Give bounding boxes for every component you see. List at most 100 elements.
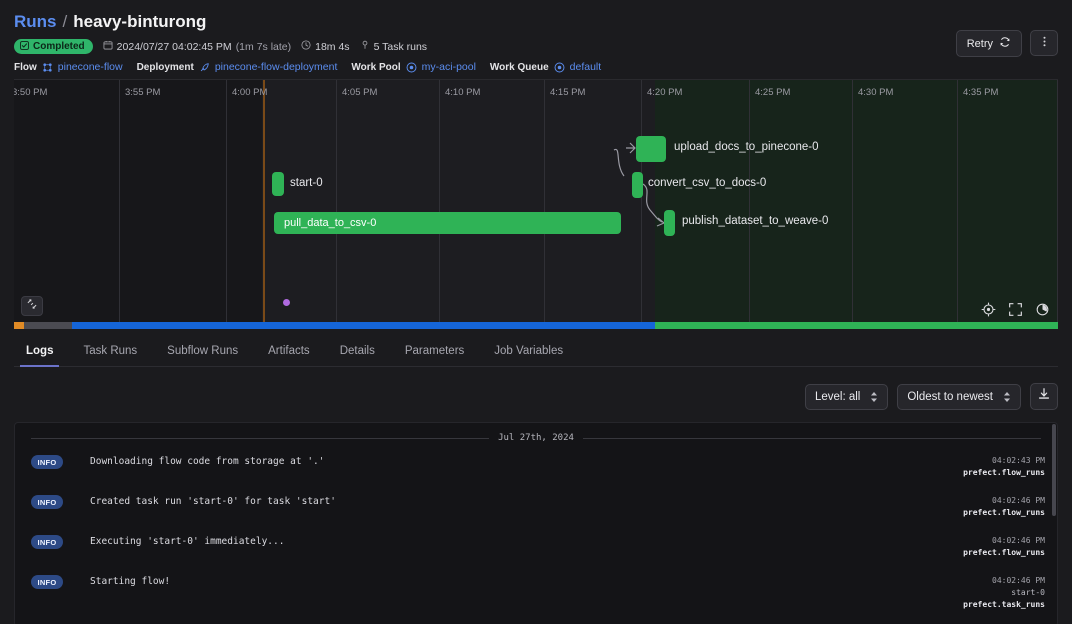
timeline-axis: 3:50 PM 3:55 PM 4:00 PM 4:05 PM 4:10 PM … [14, 80, 1058, 329]
run-meta-row: Completed 2024/07/27 04:02:45 PM (1m 7s … [14, 39, 1058, 54]
progress-segment-completed [655, 322, 1058, 329]
timeline-tick-label: 4:20 PM [647, 87, 683, 98]
log-message: Starting flow! [90, 576, 171, 587]
work-queue-link[interactable]: default [570, 61, 602, 73]
retry-button-label: Retry [966, 37, 993, 50]
timeline-tick-label: 4:25 PM [755, 87, 791, 98]
run-duration: 18m 4s [301, 40, 350, 53]
run-timeline[interactable]: 3:50 PM 3:55 PM 4:00 PM 4:05 PM 4:10 PM … [14, 79, 1058, 329]
log-level-badge: INFO [31, 495, 63, 509]
task-bar-convert-csv-to-docs-0[interactable] [632, 172, 643, 198]
flow-label: Flow [14, 61, 37, 73]
tab-subflow-runs[interactable]: Subflow Runs [165, 339, 240, 366]
run-timestamp: 2024/07/27 04:02:45 PM (1m 7s late) [103, 40, 291, 53]
timeline-fit-button[interactable] [21, 296, 43, 316]
progress-segment-scheduled [14, 322, 24, 329]
work-pool-link-group: Work Pool my-aci-pool [351, 61, 476, 73]
progress-segment-running [72, 322, 655, 329]
log-date-divider: Jul 27th, 2024 [15, 423, 1057, 447]
chevron-updown-icon [870, 391, 878, 403]
log-entry-meta: 04:02:46 PM start-0 prefect.task_runs [963, 575, 1045, 611]
log-message: Executing 'start-0' immediately... [90, 536, 285, 547]
log-sort-select[interactable]: Oldest to newest [897, 383, 1021, 410]
task-bar-label: upload_docs_to_pinecone-0 [674, 141, 819, 153]
vertical-dots-icon [1038, 35, 1051, 51]
breadcrumb-separator: / [62, 12, 68, 31]
timeline-tick: 4:05 PM [336, 80, 377, 329]
tab-parameters[interactable]: Parameters [403, 339, 466, 366]
timeline-tick: 4:00 PM [226, 80, 267, 329]
timeline-tick-label: 4:15 PM [550, 87, 586, 98]
logs-panel[interactable]: Jul 27th, 2024 INFO Downloading flow cod… [14, 422, 1058, 624]
log-entry[interactable]: INFO Finished in state Completed() 04:02… [15, 619, 1057, 624]
deployment-link[interactable]: pinecone-flow-deployment [215, 61, 338, 73]
timeline-tick-label: 3:55 PM [125, 87, 161, 98]
run-timestamp-value: 2024/07/27 04:02:45 PM [116, 40, 232, 53]
check-square-icon [20, 41, 29, 52]
chevron-updown-icon [1003, 391, 1011, 403]
tab-details[interactable]: Details [338, 339, 377, 366]
deployment-label: Deployment [136, 61, 194, 73]
tab-list: Logs Task Runs Subflow Runs Artifacts De… [14, 339, 1058, 367]
tab-task-runs[interactable]: Task Runs [81, 339, 139, 366]
timeline-tick-label: 4:00 PM [232, 87, 268, 98]
retry-button[interactable]: Retry [955, 30, 1022, 57]
log-task-name: start-0 [1011, 588, 1045, 597]
timeline-tick: 4:20 PM [641, 80, 682, 329]
tab-logs[interactable]: Logs [19, 339, 61, 367]
log-level-select[interactable]: Level: all [804, 383, 889, 410]
timeline-tick-label: 4:10 PM [445, 87, 481, 98]
status-badge: Completed [14, 39, 93, 54]
log-source: prefect.flow_runs [963, 548, 1045, 557]
refresh-icon [999, 36, 1011, 51]
workpool-icon [406, 62, 417, 73]
progress-segment-pending [24, 322, 72, 329]
timeline-tick-label: 4:30 PM [858, 87, 894, 98]
log-timestamp: 04:02:46 PM [992, 536, 1045, 545]
tab-job-variables[interactable]: Job Variables [492, 339, 565, 366]
center-icon[interactable] [981, 302, 996, 317]
breadcrumb-runs-link[interactable]: Runs [14, 12, 57, 32]
log-controls: Level: all Oldest to newest [0, 383, 1058, 410]
tab-artifacts[interactable]: Artifacts [266, 339, 312, 366]
flow-icon [42, 62, 53, 73]
log-source: prefect.flow_runs [963, 508, 1045, 517]
header-actions: Retry [955, 30, 1058, 57]
more-options-button[interactable] [1030, 30, 1058, 56]
collapse-arrows-icon [26, 297, 38, 315]
download-logs-button[interactable] [1030, 383, 1058, 410]
flow-link[interactable]: pinecone-flow [58, 61, 123, 73]
log-timestamp: 04:02:46 PM [992, 576, 1045, 585]
log-level-badge: INFO [31, 535, 63, 549]
timeline-tick-label: 4:35 PM [963, 87, 999, 98]
task-bar-label: convert_csv_to_docs-0 [648, 177, 767, 189]
task-bar-label: start-0 [290, 177, 323, 189]
log-source: prefect.task_runs [963, 600, 1045, 609]
log-entry[interactable]: INFO Starting flow! 04:02:46 PM start-0 … [15, 567, 1057, 619]
tab-bar: Logs Task Runs Subflow Runs Artifacts De… [14, 329, 1058, 367]
time-icon[interactable] [1035, 302, 1050, 317]
work-queue-link-group: Work Queue default [490, 61, 601, 73]
work-pool-link[interactable]: my-aci-pool [422, 61, 476, 73]
page-title: heavy-binturong [73, 12, 207, 31]
log-entry[interactable]: INFO Executing 'start-0' immediately... … [15, 527, 1057, 567]
timeline-tick: 3:55 PM [119, 80, 160, 329]
task-bar-upload-docs-to-pinecone-0[interactable] [636, 136, 666, 162]
logs-scrollbar[interactable] [1052, 424, 1056, 516]
log-entry[interactable]: INFO Created task run 'start-0' for task… [15, 487, 1057, 527]
run-links-row: Flow pinecone-flow Deployment pinecone-f… [14, 61, 1058, 73]
page-header: Runs / heavy-binturong Completed 2024/07… [0, 0, 1072, 79]
task-bar-publish-dataset-to-weave-0[interactable] [664, 210, 675, 236]
timeline-event-marker[interactable] [283, 299, 290, 306]
timeline-tick: 4:15 PM [544, 80, 585, 329]
flow-link-group: Flow pinecone-flow [14, 61, 123, 73]
timeline-tick [1057, 80, 1058, 329]
fullscreen-icon[interactable] [1008, 302, 1023, 317]
task-runs-count: 5 Task runs [360, 40, 427, 53]
task-icon [360, 40, 370, 53]
task-bar-start-0[interactable] [272, 172, 284, 196]
log-entry-meta: 04:02:43 PM prefect.flow_runs [963, 455, 1045, 479]
timeline-tick: 4:25 PM [749, 80, 790, 329]
log-entry[interactable]: INFO Downloading flow code from storage … [15, 447, 1057, 487]
timeline-tick-label: 3:50 PM [14, 87, 48, 98]
